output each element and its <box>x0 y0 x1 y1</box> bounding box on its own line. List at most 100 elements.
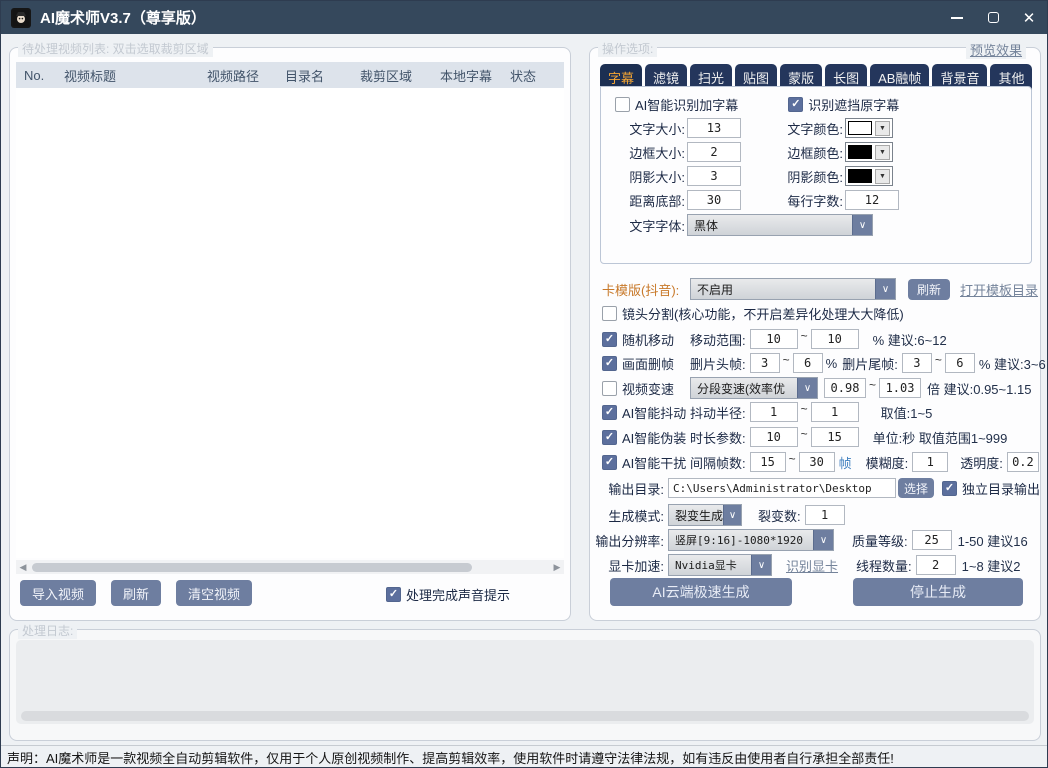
ai-disguise-checkbox[interactable]: AI智能伪装 <box>602 428 690 447</box>
shot-split-label: 镜头分割(核心功能，不开启差异化处理大大降低) <box>622 304 904 323</box>
split-count-input[interactable] <box>805 505 845 525</box>
speed-to-input[interactable] <box>879 378 921 398</box>
interval-from-input[interactable] <box>750 452 786 472</box>
refresh-list-button[interactable]: 刷新 <box>111 580 161 606</box>
maximize-button[interactable] <box>975 1 1011 34</box>
ai-disguise-row: AI智能伪装 时长参数: ~ 单位:秒 取值范围1~999 <box>602 427 1007 447</box>
resolution-label: 输出分辨率: <box>590 531 664 550</box>
threads-input[interactable] <box>916 555 956 575</box>
preview-effect-link[interactable]: 预览效果 <box>966 40 1026 59</box>
gpu-row: 显卡加速: Nvidia显卡 ∨ 识别显卡 线程数量: 1~8 建议2 <box>602 554 1021 576</box>
video-list-panel: 待处理视频列表: 双击选取裁剪区域 No. 视频标题 视频路径 目录名 裁剪区域… <box>9 47 571 621</box>
move-range-label: 移动范围: <box>690 330 746 349</box>
head-frames-to-input[interactable] <box>793 353 823 373</box>
gen-mode-dropdown[interactable]: 裂变生成 ∨ <box>668 504 742 526</box>
tilde-separator: ~ <box>801 402 808 416</box>
col-dir: 目录名 <box>277 66 352 85</box>
resolution-dropdown[interactable]: 竖屏[9:16]-1080*1920 ∨ <box>668 529 834 551</box>
template-row: 卡模版(抖音): 不启用 ∨ 刷新 打开模板目录 <box>602 278 1038 300</box>
statusbar: 声明：AI魔术师是一款视频全自动剪辑软件，仅用于个人原创视频制作、提高剪辑效率，… <box>1 745 1047 768</box>
alpha-input[interactable] <box>1007 452 1039 472</box>
border-size-input[interactable] <box>687 142 741 162</box>
bottom-margin-input[interactable] <box>687 190 741 210</box>
move-range-hint: % 建议:6~12 <box>873 330 947 349</box>
tilde-separator: ~ <box>801 427 808 441</box>
video-list-hscrollbar[interactable]: ◀ ▶ <box>16 560 564 574</box>
scroll-left-icon[interactable]: ◀ <box>16 562 30 573</box>
template-refresh-button[interactable]: 刷新 <box>908 279 950 300</box>
scroll-right-icon[interactable]: ▶ <box>550 562 564 573</box>
cloud-generate-button[interactable]: AI云端极速生成 <box>610 578 792 606</box>
choose-dir-button[interactable]: 选择 <box>898 478 934 498</box>
shadow-color-dropdown[interactable]: ▼ <box>845 166 893 186</box>
hscroll-thumb[interactable] <box>32 563 472 572</box>
speed-mode-dropdown[interactable]: 分段变速(效率优 ∨ <box>690 377 818 399</box>
speed-from-input[interactable] <box>824 378 866 398</box>
tail-frames-to-input[interactable] <box>945 353 975 373</box>
move-range-to-input[interactable] <box>811 329 859 349</box>
gpu-label: 显卡加速: <box>602 556 664 575</box>
checkbox-icon <box>386 587 401 602</box>
minimize-button[interactable] <box>939 1 975 34</box>
tail-frames-from-input[interactable] <box>902 353 932 373</box>
speed-row: 视频变速 分段变速(效率优 ∨ ~ 倍 建议:0.95~1.15 <box>602 377 1031 399</box>
ai-interfere-row: AI智能干扰 间隔帧数: ~ 帧 模糊度: 透明度: <box>602 452 1039 472</box>
text-size-label: 文字大小: <box>625 119 685 138</box>
move-range-from-input[interactable] <box>750 329 798 349</box>
open-template-dir-link[interactable]: 打开模板目录 <box>960 280 1038 299</box>
text-color-dropdown[interactable]: ▼ <box>845 118 893 138</box>
clear-videos-button[interactable]: 清空视频 <box>176 580 252 606</box>
duration-to-input[interactable] <box>811 427 859 447</box>
gpu-dropdown[interactable]: Nvidia显卡 ∨ <box>668 554 772 576</box>
import-video-button[interactable]: 导入视频 <box>20 580 96 606</box>
mask-original-subtitle-label: 识别遮挡原字幕 <box>808 95 899 114</box>
col-subtitle: 本地字幕 <box>432 66 502 85</box>
border-color-label: 边框颜色: <box>783 143 843 162</box>
col-crop: 裁剪区域 <box>352 66 432 85</box>
quality-input[interactable] <box>912 530 952 550</box>
mask-original-subtitle-checkbox[interactable]: 识别遮挡原字幕 <box>788 95 899 114</box>
ai-interfere-checkbox[interactable]: AI智能干扰 <box>602 453 690 472</box>
checkbox-icon <box>602 455 617 470</box>
shadow-size-input[interactable] <box>687 166 741 186</box>
template-dropdown[interactable]: 不启用 ∨ <box>690 278 896 300</box>
chars-per-line-input[interactable] <box>845 190 899 210</box>
interval-to-input[interactable] <box>799 452 835 472</box>
split-count-label: 裂变数: <box>758 506 801 525</box>
shake-from-input[interactable] <box>750 402 798 422</box>
close-button[interactable]: ✕ <box>1011 1 1047 34</box>
shake-to-input[interactable] <box>811 402 859 422</box>
sound-alert-checkbox[interactable]: 处理完成声音提示 <box>386 585 510 604</box>
blur-input[interactable] <box>912 452 948 472</box>
duration-from-input[interactable] <box>750 427 798 447</box>
random-move-label: 随机移动 <box>622 330 674 349</box>
quality-label: 质量等级: <box>852 531 908 550</box>
output-dir-input[interactable] <box>668 478 896 498</box>
ai-add-subtitle-checkbox[interactable]: AI智能识别加字幕 <box>615 95 738 114</box>
border-color-dropdown[interactable]: ▼ <box>845 142 893 162</box>
resolution-value: 竖屏[9:16]-1080*1920 <box>669 530 813 550</box>
font-row: 文字字体: 黑体 ∨ <box>625 214 873 236</box>
detect-gpu-link[interactable]: 识别显卡 <box>786 556 838 575</box>
shot-split-checkbox[interactable]: 镜头分割(核心功能，不开启差异化处理大大降低) <box>602 304 904 323</box>
independent-dir-checkbox[interactable]: 独立目录输出 <box>942 479 1040 498</box>
font-dropdown[interactable]: 黑体 ∨ <box>687 214 873 236</box>
head-frames-from-input[interactable] <box>750 353 780 373</box>
options-panel-label: 操作选项: <box>598 40 657 57</box>
template-label: 卡模版(抖音): <box>602 280 690 299</box>
threads-hint: 1~8 建议2 <box>962 556 1021 575</box>
log-hscroll-thumb[interactable] <box>21 711 1029 721</box>
text-size-input[interactable] <box>687 118 741 138</box>
random-move-checkbox[interactable]: 随机移动 <box>602 330 690 349</box>
speed-checkbox[interactable]: 视频变速 <box>602 379 690 398</box>
frame-delete-checkbox[interactable]: 画面删帧 <box>602 354 690 373</box>
stop-generate-button[interactable]: 停止生成 <box>853 578 1023 606</box>
checkbox-icon <box>602 381 617 396</box>
bottom-margin-label: 距离底部: <box>625 191 685 210</box>
app-window: AI魔术师V3.7（尊享版） ✕ 待处理视频列表: 双击选取裁剪区域 No. 视… <box>0 0 1048 768</box>
shake-hint: 取值:1~5 <box>881 403 933 422</box>
video-list-body[interactable] <box>16 88 564 558</box>
color-swatch <box>848 169 872 183</box>
ai-shake-checkbox[interactable]: AI智能抖动 <box>602 403 690 422</box>
log-area[interactable] <box>16 640 1034 724</box>
